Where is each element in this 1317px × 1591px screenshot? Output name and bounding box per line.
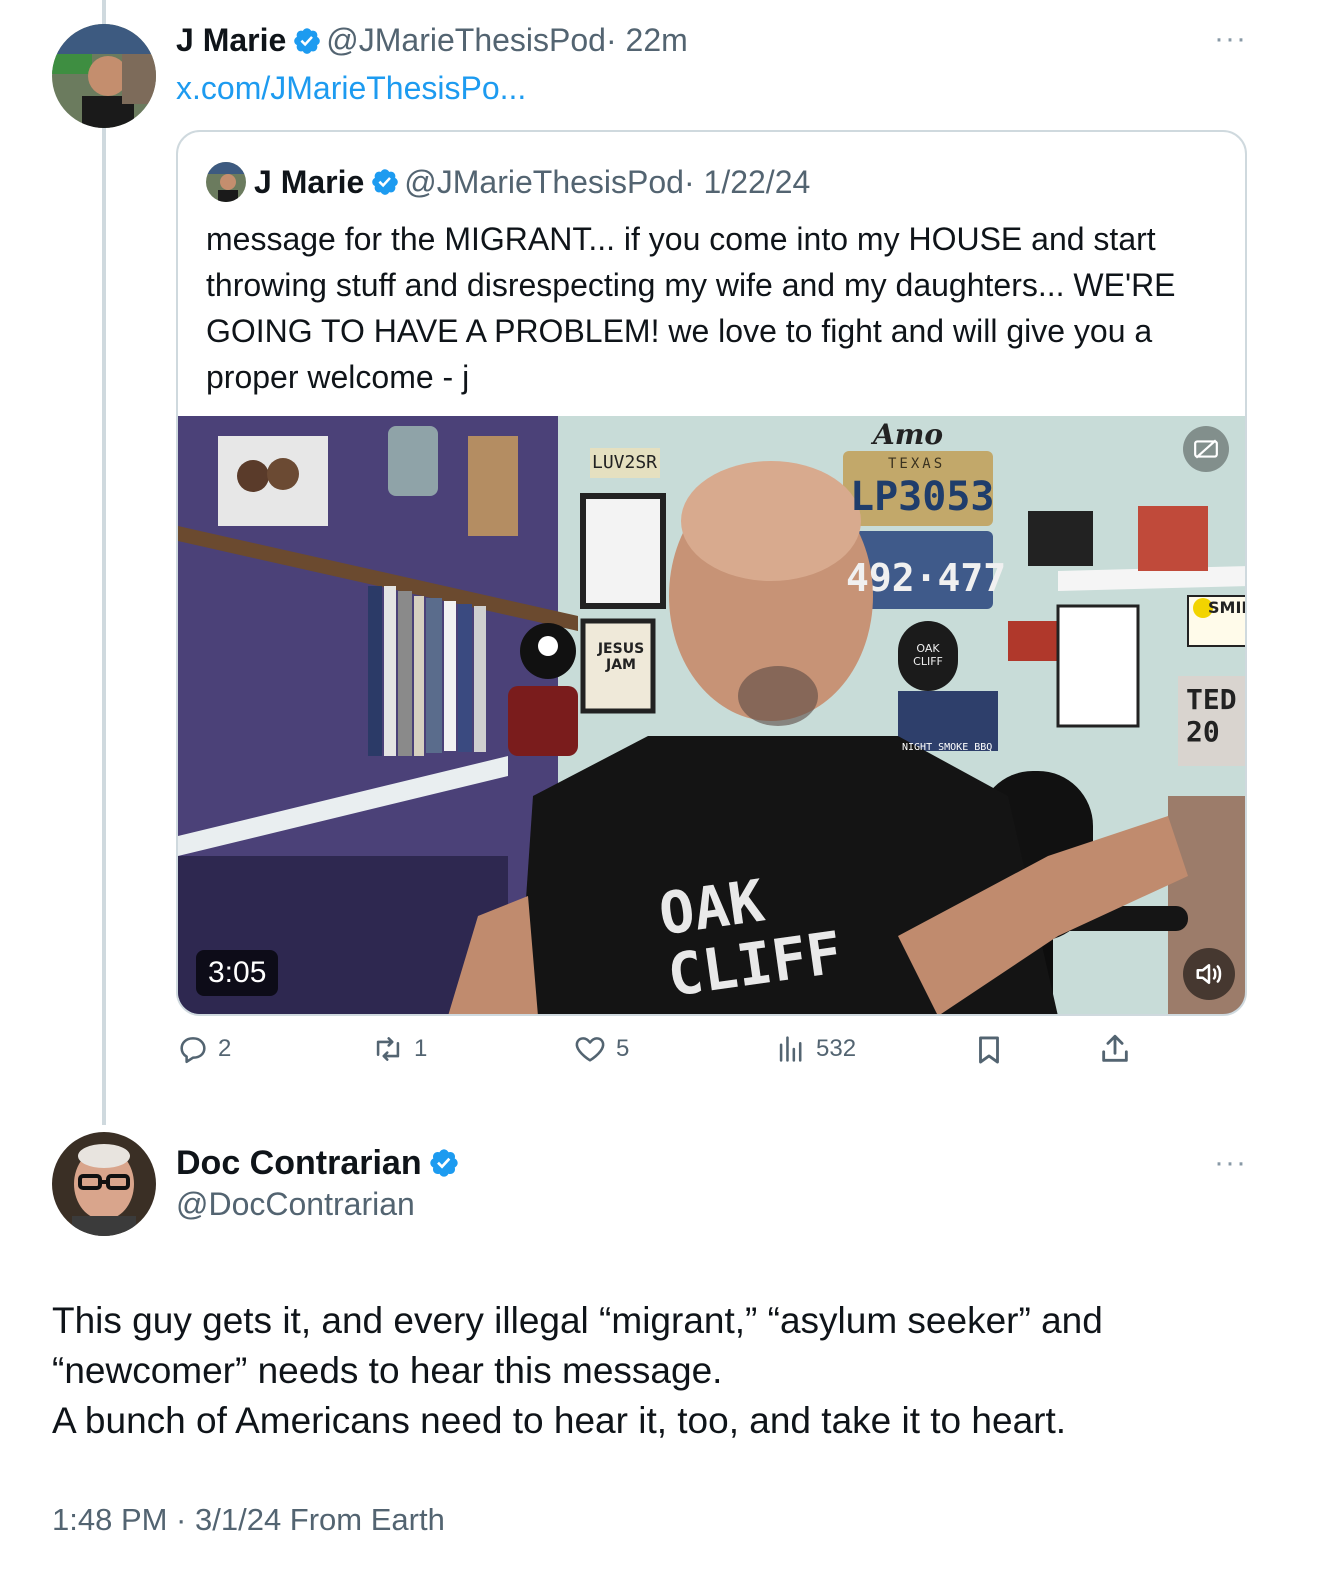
quoted-date: · 1/22/24 xyxy=(683,164,811,200)
avatar[interactable] xyxy=(52,24,156,128)
video-sign-top: Amo xyxy=(873,418,944,451)
video-plate-2: 492·477 xyxy=(846,556,1007,600)
volume-icon xyxy=(1196,964,1222,984)
bookmark-button[interactable] xyxy=(972,1032,1014,1068)
video-sign-right-1: SMIL xyxy=(1208,598,1245,617)
video-duration: 3:05 xyxy=(196,950,279,996)
video-sticker-smoke: NIGHT SMOKE BBQ xyxy=(902,742,993,753)
tweet-link[interactable]: x.com/JMarieThesisPo... xyxy=(176,68,526,108)
more-options-icon[interactable]: ··· xyxy=(1214,22,1247,56)
author-handle[interactable]: @DocContrarian xyxy=(176,1184,415,1224)
author-name[interactable]: J Marie xyxy=(176,22,286,58)
verified-badge-icon xyxy=(429,1149,458,1177)
video-sticker-luv: LUV2SR xyxy=(592,452,658,473)
verified-badge-icon xyxy=(294,28,321,54)
views-count: 532 xyxy=(816,1035,857,1062)
author-name[interactable]: Doc Contrarian xyxy=(176,1144,422,1182)
views-icon xyxy=(779,1036,802,1062)
quoted-avatar xyxy=(206,162,246,202)
share-button[interactable] xyxy=(1098,1032,1140,1066)
bookmark-icon xyxy=(979,1036,999,1064)
reply-count: 2 xyxy=(218,1035,232,1062)
captions-icon xyxy=(1194,439,1218,459)
quoted-tweet-header: J Marie @JMarieThesisPod · 1/22/24 xyxy=(206,162,810,202)
video-plate-state: TEXAS xyxy=(888,456,946,472)
quoted-tweet-text: message for the MIGRANT... if you come i… xyxy=(206,221,1176,395)
video-sticker-oak: OAK CLIFF xyxy=(913,642,943,668)
quoted-tweet-card[interactable]: J Marie @JMarieThesisPod · 1/22/24 message… xyxy=(176,130,1247,1016)
tweet-body-line: “newcomer” needs to hear this message. xyxy=(52,1350,723,1391)
captions-button[interactable] xyxy=(1183,426,1229,472)
quoted-author-handle: @JMarieThesisPod xyxy=(404,164,684,200)
reply-icon xyxy=(180,1037,206,1064)
video-sticker-jesus: JESUS JAM xyxy=(597,641,645,673)
tweet-body: This guy gets it, and every illegal “mig… xyxy=(52,1296,1252,1446)
tweet-header: Doc Contrarian xyxy=(176,1142,464,1184)
share-icon xyxy=(1102,1034,1128,1062)
views-button[interactable]: 532 xyxy=(774,1032,856,1066)
heart-icon xyxy=(575,1037,605,1062)
tweet-body-line: A bunch of Americans need to hear it, to… xyxy=(52,1400,1067,1441)
avatar[interactable] xyxy=(52,1132,156,1236)
quoted-author-name: J Marie xyxy=(254,164,365,200)
repost-button[interactable]: 1 xyxy=(370,1032,427,1066)
quoted-avatar-image xyxy=(206,162,246,202)
tweet-actions: 2 1 5 532 xyxy=(176,1032,1146,1076)
repost-icon xyxy=(376,1037,400,1061)
video-sign-right-2: TED 20 xyxy=(1186,683,1237,748)
tweet-time[interactable]: · 22m xyxy=(606,22,688,58)
thread-connector-line xyxy=(102,0,106,1125)
volume-button[interactable] xyxy=(1183,948,1235,1000)
video-plate-1: LP3053 xyxy=(850,474,995,520)
repost-count: 1 xyxy=(414,1035,428,1062)
verified-badge-icon xyxy=(372,169,399,195)
like-count: 5 xyxy=(616,1035,630,1062)
tweet-timestamp[interactable]: 1:48 PM · 3/1/24 From Earth xyxy=(52,1500,445,1540)
avatar-image xyxy=(52,1132,156,1236)
video-player[interactable]: Amo TEXAS LP3053 492·477 LUV2SR JESUS JA… xyxy=(178,416,1245,1014)
author-handle[interactable]: @JMarieThesisPod xyxy=(326,22,606,58)
avatar-image xyxy=(52,24,156,128)
more-options-icon[interactable]: ··· xyxy=(1214,1146,1247,1180)
video-shirt-text: OAK CLIFF xyxy=(654,866,846,1010)
reply-button[interactable]: 2 xyxy=(176,1032,231,1066)
tweet-header: J Marie @JMarieThesisPod· 22m xyxy=(176,20,688,60)
like-button[interactable]: 5 xyxy=(572,1032,629,1066)
tweet-body-line: This guy gets it, and every illegal “mig… xyxy=(52,1300,1103,1341)
